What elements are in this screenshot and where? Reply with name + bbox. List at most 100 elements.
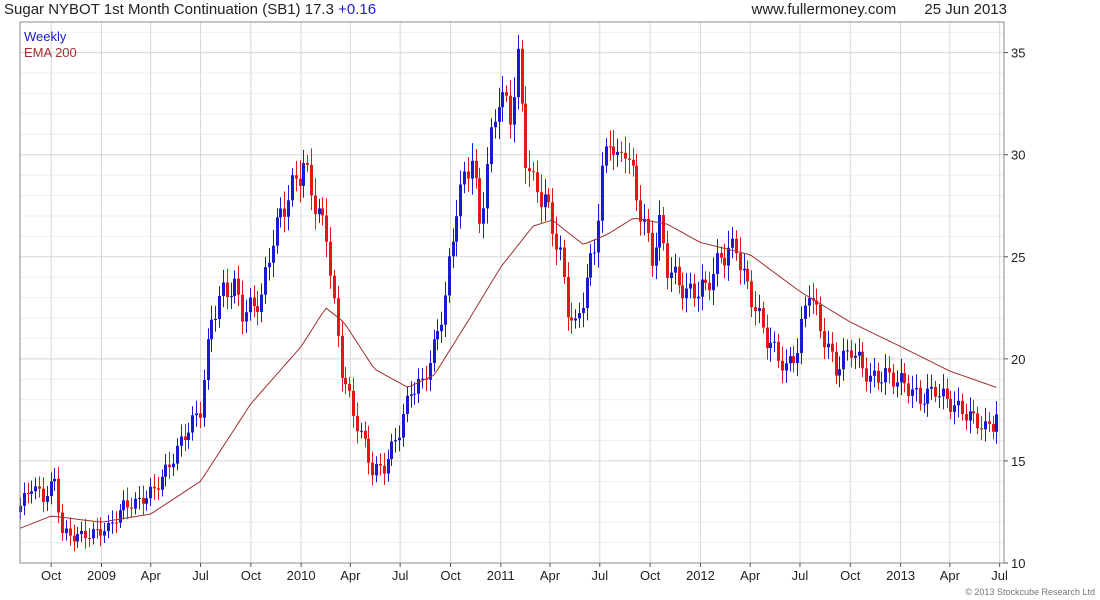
x-tick-label: Apr — [141, 568, 162, 583]
candle-body — [681, 285, 684, 299]
candle-body — [145, 498, 148, 504]
candle-body — [980, 428, 983, 430]
candle-body — [256, 306, 259, 313]
candle-body — [827, 343, 830, 348]
candle-body — [777, 341, 780, 361]
candle-body — [310, 164, 313, 196]
candle-body — [168, 464, 171, 468]
candle-body — [348, 384, 351, 391]
candle-body — [628, 158, 631, 160]
candle-body — [762, 308, 765, 328]
candle-body — [938, 396, 941, 398]
candle-body — [157, 488, 160, 490]
x-tick-label: 2012 — [686, 568, 715, 583]
candle-body — [341, 335, 344, 378]
candle-body — [655, 247, 658, 266]
candle-body — [433, 339, 436, 364]
candle-body — [689, 283, 692, 289]
candle-body — [452, 241, 455, 257]
x-tick-label: Jul — [792, 568, 809, 583]
candle-body — [835, 351, 838, 376]
candle-body — [658, 215, 661, 248]
candle-body — [609, 146, 612, 148]
candle-body — [743, 268, 746, 271]
candle-body — [478, 178, 481, 224]
y-tick-label: 25 — [1011, 250, 1025, 265]
candle-body — [769, 342, 772, 349]
candle-body — [23, 493, 26, 506]
candle-body — [517, 48, 520, 98]
candle-body — [869, 375, 872, 382]
y-tick-label: 10 — [1011, 556, 1025, 571]
candle-body — [823, 331, 826, 348]
candle-body — [344, 377, 347, 385]
candle-body — [992, 423, 995, 432]
candle-body — [475, 160, 478, 179]
candle-body — [486, 164, 489, 209]
candle-body — [436, 331, 439, 340]
site-url: www.fullermoney.com — [751, 1, 897, 18]
candle-body — [306, 163, 309, 165]
candle-body — [356, 415, 359, 432]
candle-body — [27, 493, 30, 495]
candle-body — [50, 481, 53, 497]
candle-body — [796, 352, 799, 364]
candle-body — [191, 415, 194, 433]
candle-body — [272, 245, 275, 263]
price-chart: 101520253035 Oct 2009 Apr Jul Oct 2010 Apr Jul O… — [19, 21, 1025, 583]
x-tick-label: Apr — [540, 568, 561, 583]
candle-body — [30, 491, 33, 494]
candle-body — [287, 200, 290, 217]
candle-body — [226, 282, 229, 297]
price-change: +0.16 — [338, 1, 377, 18]
candle-body — [352, 390, 355, 416]
candle-body — [180, 436, 183, 446]
x-tick-label: Apr — [940, 568, 961, 583]
candle-body — [666, 243, 669, 279]
candle-body — [444, 295, 447, 325]
candle-body — [800, 318, 803, 353]
candle-body — [111, 522, 114, 524]
candle-body — [230, 296, 233, 298]
candle-body — [203, 379, 206, 418]
candle-body — [559, 247, 562, 250]
candle-body — [333, 275, 336, 299]
candle-body — [750, 281, 753, 308]
candle-body — [620, 151, 623, 153]
x-tick-label: Oct — [440, 568, 461, 583]
candle-body — [678, 266, 681, 286]
candle-body — [482, 208, 485, 224]
candle-body — [264, 267, 267, 295]
candle-body — [440, 324, 443, 332]
candle-body — [586, 277, 589, 309]
candle-body — [712, 274, 715, 291]
candle-body — [601, 165, 604, 221]
x-tick-label: Oct — [640, 568, 661, 583]
candle-body — [858, 351, 861, 356]
candle-body — [919, 387, 922, 404]
candle-body — [949, 398, 952, 412]
candle-body — [325, 215, 328, 242]
candle-body — [260, 294, 263, 313]
candle-body — [283, 208, 286, 217]
candle-body — [505, 92, 508, 96]
candle-body — [612, 146, 615, 155]
chart-date: 25 Jun 2013 — [924, 1, 1007, 18]
candle-body — [360, 430, 363, 432]
candle-body — [873, 370, 876, 376]
candle-body — [329, 241, 332, 276]
candle-body — [153, 486, 156, 489]
candle-body — [199, 413, 202, 418]
candle-body — [593, 252, 596, 254]
candle-body — [831, 343, 834, 352]
candle-body — [865, 368, 868, 382]
candle-body — [498, 107, 501, 122]
candle-body — [138, 497, 141, 499]
candle-body — [540, 192, 543, 208]
candle-body — [321, 208, 324, 216]
candle-body — [819, 304, 822, 332]
candle-body — [934, 386, 937, 397]
candle-body — [532, 171, 535, 173]
x-tick-label: Jul — [192, 568, 209, 583]
candle-body — [222, 282, 225, 296]
